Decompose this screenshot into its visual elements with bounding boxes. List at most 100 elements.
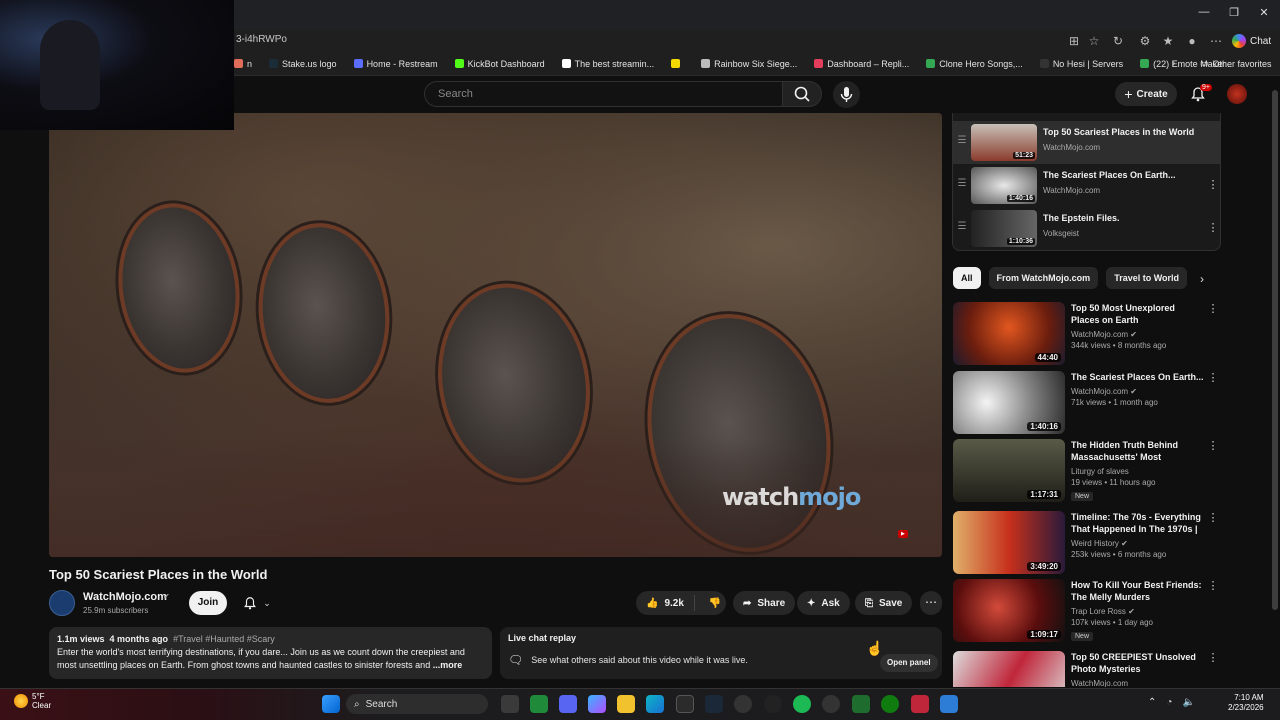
store-icon[interactable] (676, 695, 694, 713)
spotify-icon[interactable] (793, 695, 811, 713)
menu-dots-icon[interactable]: ⋯ (1208, 33, 1224, 49)
save-button[interactable]: ⎘ Save (855, 591, 913, 615)
task-view-icon[interactable] (501, 695, 519, 713)
favorites-icon[interactable]: ★ (1160, 33, 1176, 49)
other-favorites[interactable]: ▭ Other favorites (1200, 58, 1272, 69)
rec-channel[interactable]: WatchMojo.com (1071, 330, 1128, 339)
bookmark-item[interactable]: Stake.us logo (269, 59, 337, 69)
xbox-icon[interactable] (881, 695, 899, 713)
more-vert-icon[interactable]: ⋮ (1205, 371, 1221, 435)
extensions-icon[interactable]: ⚙ (1137, 33, 1153, 49)
recommendation-item[interactable]: 3:49:20 Timeline: The 70s - Everything T… (953, 511, 1223, 575)
show-more-link[interactable]: ...more (433, 660, 463, 670)
url-text[interactable]: 3-i4hRWPo (236, 34, 287, 45)
rec-channel[interactable]: WatchMojo.com (1071, 387, 1128, 396)
account-avatar[interactable] (1227, 84, 1247, 104)
recommendation-item[interactable]: 44:40 Top 50 Most Unexplored Places on E… (953, 302, 1223, 366)
copilot-chat-button[interactable]: Chat (1232, 32, 1271, 50)
bookmarks-overflow-icon[interactable]: › (1172, 58, 1175, 69)
recommendation-item[interactable]: 1:40:16 The Scariest Places On Earth... … (953, 371, 1223, 435)
network-icon[interactable]: ◔ (1166, 697, 1172, 708)
bookmark-item[interactable]: KickBot Dashboard (454, 59, 545, 69)
drag-handle-icon[interactable]: ☰ (953, 207, 971, 232)
taskbar-search[interactable]: ⌕ Search (346, 694, 488, 714)
playlist-item[interactable]: ☰ 1:40:16 The Scariest Places On Earth..… (953, 164, 1220, 207)
rec-title[interactable]: How To Kill Your Best Friends: The Melly… (1071, 579, 1205, 603)
channel-avatar[interactable] (49, 590, 75, 616)
copilot-taskbar-icon[interactable] (588, 695, 606, 713)
bookmark-item[interactable]: No Hesi | Servers (1039, 59, 1123, 69)
app-red-icon[interactable] (911, 695, 929, 713)
recommendation-item[interactable]: 1:09:17 How To Kill Your Best Friends: T… (953, 579, 1223, 643)
close-icon[interactable]: ✕ (1254, 6, 1274, 22)
bookmark-item[interactable]: n (234, 59, 252, 69)
bookmark-item[interactable]: Home - Restream (353, 59, 438, 69)
refresh-icon[interactable]: ↻ (1110, 33, 1126, 49)
notification-settings-button[interactable]: ⌄ (234, 591, 280, 615)
profile-icon[interactable]: ● (1184, 33, 1200, 49)
video-thumbnail[interactable]: 1:09:17 (953, 579, 1065, 642)
game-app-icon[interactable] (734, 695, 752, 713)
video-thumbnail[interactable]: 44:40 (953, 302, 1065, 365)
hashtags[interactable]: #Travel #Haunted #Scary (173, 634, 275, 644)
bookmark-item[interactable] (671, 59, 684, 68)
app-window-icon[interactable] (940, 695, 958, 713)
favorite-star-icon[interactable]: ☆ (1086, 33, 1102, 49)
playlist-item[interactable]: ☰ 51:23 Top 50 Scariest Places in the Wo… (953, 121, 1220, 164)
app-install-icon[interactable]: ⊞ (1066, 33, 1082, 49)
rec-channel[interactable]: Trap Lore Ross (1071, 607, 1126, 616)
search-button[interactable] (782, 81, 822, 107)
recommendation-item[interactable]: Top 50 CREEPIEST Unsolved Photo Mysterie… (953, 651, 1223, 687)
bookmark-item[interactable]: Clone Hero Songs,... (926, 59, 1023, 69)
more-vert-icon[interactable]: ⋮ (1205, 302, 1221, 366)
maximize-icon[interactable]: ❐ (1224, 6, 1244, 22)
rec-channel[interactable]: Liturgy of slaves (1071, 467, 1205, 476)
more-actions-icon[interactable]: ⋯ (920, 591, 942, 615)
4k-downloader-icon[interactable] (822, 695, 840, 713)
minimize-icon[interactable]: — (1194, 6, 1214, 22)
weather-widget[interactable]: 5°F Clear (14, 692, 51, 710)
join-button[interactable]: Join (189, 591, 227, 615)
steam-icon[interactable] (705, 695, 723, 713)
taskbar-clock[interactable]: 7:10 AM 2/23/2026 (1228, 693, 1264, 713)
rec-title[interactable]: Timeline: The 70s - Everything That Happ… (1071, 511, 1205, 535)
video-thumbnail[interactable]: 1:40:16 (953, 371, 1065, 434)
file-explorer-icon[interactable] (617, 695, 635, 713)
video-thumbnail[interactable]: 1:17:31 (953, 439, 1065, 502)
video-thumbnail[interactable]: 3:49:20 (953, 511, 1065, 574)
playlist-item[interactable]: ☰ 1:10:36 The Epstein Files. Volksgeist ⋮ (953, 207, 1220, 250)
nvidia-app-icon[interactable] (530, 695, 548, 713)
chip-from-channel[interactable]: From WatchMojo.com (988, 267, 1099, 289)
chevron-up-icon[interactable]: ⌃ (1148, 697, 1156, 708)
bookmark-item[interactable]: Dashboard – Repli... (814, 59, 909, 69)
obs-icon[interactable] (764, 695, 782, 713)
search-input[interactable]: Search (424, 81, 782, 107)
rec-title[interactable]: The Hidden Truth Behind Massachusetts' M… (1071, 439, 1205, 463)
more-vert-icon[interactable]: ⋮ (1204, 207, 1220, 234)
description-box[interactable]: 1.1m views 4 months ago #Travel #Haunted… (49, 627, 492, 679)
open-panel-button[interactable]: Open panel (880, 654, 938, 672)
create-button[interactable]: + Create (1115, 82, 1177, 106)
rec-title[interactable]: Top 50 CREEPIEST Unsolved Photo Mysterie… (1071, 651, 1205, 675)
rec-channel[interactable]: WatchMojo.com (1071, 679, 1205, 687)
bookmark-item[interactable]: The best streamin... (561, 59, 654, 69)
chip-all[interactable]: All (953, 267, 981, 289)
rec-channel[interactable]: Weird History (1071, 539, 1119, 548)
edge-browser-icon[interactable] (646, 695, 664, 713)
channel-name[interactable]: WatchMojo.com (83, 591, 167, 603)
bookmark-item[interactable]: Rainbow Six Siege... (701, 59, 797, 69)
rec-title[interactable]: Top 50 Most Unexplored Places on Earth (1071, 302, 1205, 326)
more-vert-icon[interactable]: ⋮ (1205, 579, 1221, 643)
more-vert-icon[interactable]: ⋮ (1204, 164, 1220, 191)
scrollbar-thumb[interactable] (1272, 90, 1278, 610)
more-vert-icon[interactable]: ⋮ (1205, 511, 1221, 575)
drag-handle-icon[interactable]: ☰ (953, 121, 971, 146)
chip-travel[interactable]: Travel to World (1106, 267, 1188, 289)
voice-search-button[interactable] (833, 81, 860, 108)
rec-title[interactable]: The Scariest Places On Earth... (1071, 371, 1205, 383)
dislike-button[interactable]: 👎 (701, 598, 729, 609)
ask-button[interactable]: ✦ Ask (797, 591, 850, 615)
discord-icon[interactable] (559, 695, 577, 713)
drag-handle-icon[interactable]: ☰ (953, 164, 971, 189)
app-b-icon[interactable] (852, 695, 870, 713)
